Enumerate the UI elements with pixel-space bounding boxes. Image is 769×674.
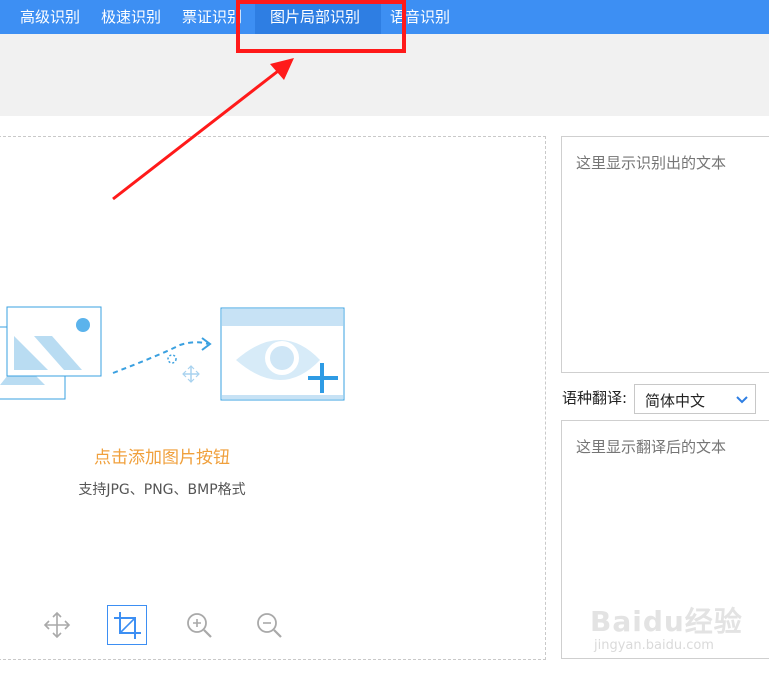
translate-language-label: 语种翻译:: [562, 389, 628, 407]
crop-icon: [114, 612, 141, 639]
add-image-link[interactable]: 点击添加图片按钮: [60, 443, 264, 468]
watermark-logo: Baidu经验: [590, 605, 743, 638]
move-icon: [43, 611, 71, 639]
zoom-out-icon: [257, 613, 282, 638]
upload-illustration: [0, 306, 345, 401]
zoom-in-icon: [187, 613, 212, 638]
tab-fast-ocr[interactable]: 极速识别: [101, 0, 167, 34]
format-hint-text: 支持JPG、PNG、BMP格式: [78, 482, 246, 498]
tab-advanced-ocr[interactable]: 高级识别: [20, 0, 86, 34]
move-tool-button[interactable]: [37, 605, 77, 645]
language-selected-value: 简体中文: [645, 392, 706, 410]
image-stack-icon: [0, 306, 102, 400]
zoom-out-button[interactable]: [249, 605, 289, 645]
annotation-highlight-box: [236, 0, 406, 53]
baidu-jingyan-watermark: Baidu经验 jingyan.baidu.com: [590, 592, 765, 662]
dashed-arrow-icon: [112, 337, 212, 383]
zoom-in-button[interactable]: [179, 605, 219, 645]
watermark-url: jingyan.baidu.com: [594, 638, 714, 653]
ocr-result-textarea[interactable]: [561, 136, 769, 373]
language-select[interactable]: 简体中文: [634, 384, 756, 414]
recognize-window-icon: [220, 307, 345, 401]
crop-tool-button[interactable]: [107, 605, 147, 645]
app-window: 高级识别 极速识别 票证识别 图片局部识别 语音识别 点击添加图片按钮 支持JP…: [0, 0, 769, 674]
chevron-down-icon: [736, 396, 748, 404]
